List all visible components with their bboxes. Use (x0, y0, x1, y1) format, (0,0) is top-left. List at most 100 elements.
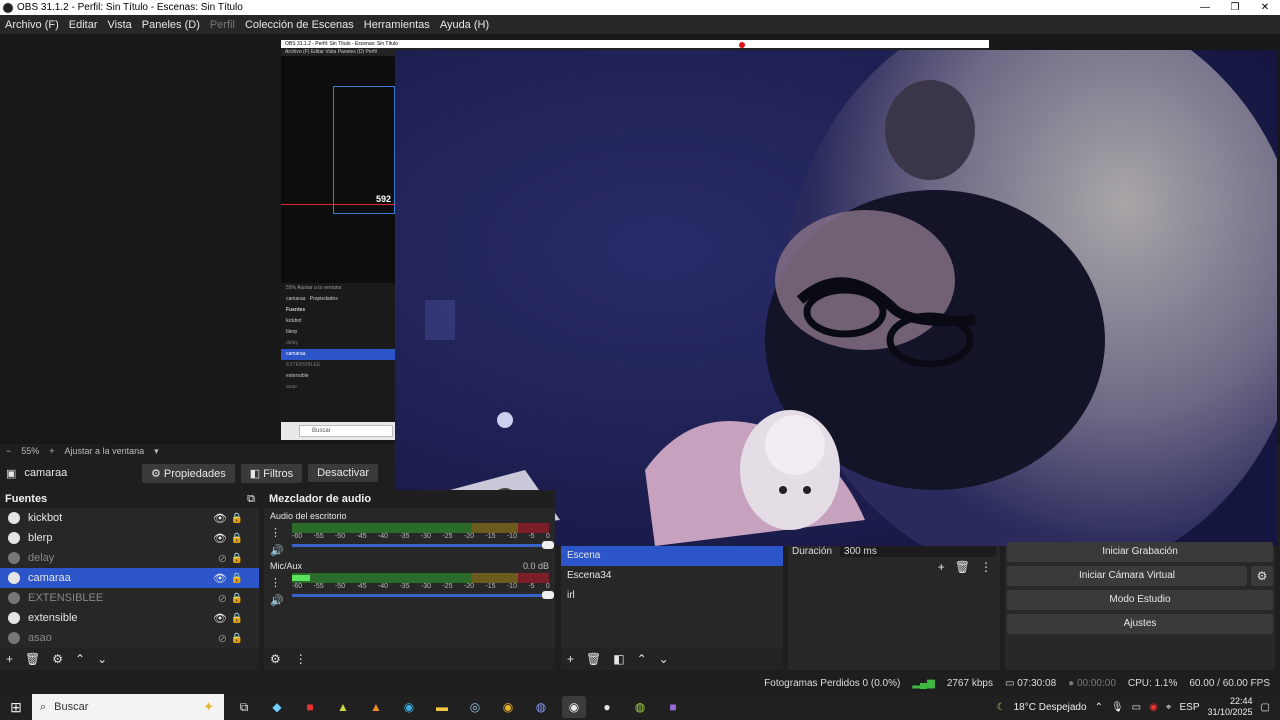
menu-ayuda[interactable]: Ayuda (H) (435, 19, 494, 31)
speaker-icon[interactable]: 🔊 (270, 544, 284, 557)
zoom-in-button[interactable]: + (49, 446, 54, 456)
edge-icon[interactable]: ◉ (397, 696, 421, 718)
remove-source-button[interactable]: 🗑 (25, 652, 40, 666)
minimize-button[interactable]: — (1190, 0, 1220, 15)
add-source-button[interactable]: + (6, 652, 13, 666)
deactivate-button[interactable]: Desactivar (308, 464, 379, 482)
task-view-icon[interactable]: ⧉ (232, 696, 256, 718)
virtual-camera-settings-icon[interactable]: ⚙ (1251, 566, 1273, 586)
app-green-icon[interactable]: ◍ (628, 696, 652, 718)
chrome-icon[interactable]: ◉ (496, 696, 520, 718)
start-virtual-camera-button[interactable]: Iniciar Cámara Virtual (1007, 566, 1247, 586)
windows-start-icon[interactable]: ⊞ (0, 699, 32, 716)
discord-icon[interactable]: ◍ (529, 696, 553, 718)
slider-knob[interactable] (542, 541, 554, 549)
lock-icon[interactable]: 🔒 (231, 553, 243, 564)
app-purple-icon[interactable]: ■ (661, 696, 685, 718)
hidden-eye-icon[interactable]: ⊘ (218, 632, 227, 645)
obs-icon[interactable]: ◉ (562, 696, 586, 718)
source-item-delay[interactable]: delay ⊘ 🔒 (0, 548, 259, 568)
visibility-eye-icon[interactable]: 👁 (213, 612, 227, 625)
file-explorer-icon[interactable]: ▬ (430, 696, 454, 718)
scene-item-escena[interactable]: Escena (561, 546, 783, 566)
move-up-button[interactable]: ⌃ (75, 652, 85, 666)
start-recording-button[interactable]: Iniciar Grabación (1007, 542, 1273, 562)
add-scene-button[interactable]: + (567, 652, 574, 666)
source-item-blerp[interactable]: blerp 👁 🔒 (0, 528, 259, 548)
clock[interactable]: 22:44 31/10/2025 (1208, 696, 1253, 718)
remove-transition-button[interactable]: 🗑 (955, 560, 970, 574)
source-settings-button[interactable]: ⚙ (52, 652, 63, 666)
scene-item-irl[interactable]: irl (561, 586, 783, 606)
move-up-button[interactable]: ⌃ (637, 652, 647, 666)
menu-archivo[interactable]: Archivo (F) (0, 19, 64, 31)
nested-search: Buscar (299, 425, 393, 437)
webcam-video-source[interactable] (395, 50, 1277, 546)
menu-vista[interactable]: Vista (103, 19, 137, 31)
zoom-out-button[interactable]: − (6, 446, 11, 456)
volume-slider[interactable] (292, 541, 554, 549)
lock-icon[interactable]: 🔒 (231, 593, 243, 604)
move-down-button[interactable]: ⌄ (659, 652, 669, 666)
maximize-button[interactable]: ❐ (1220, 0, 1250, 15)
app-orange-icon[interactable]: ▲ (364, 696, 388, 718)
channel-menu-icon[interactable]: ⋮ (270, 526, 281, 539)
slider-knob[interactable] (542, 591, 554, 599)
menu-paneles[interactable]: Paneles (D) (137, 19, 205, 31)
antivirus-icon[interactable]: ◉ (1149, 702, 1158, 713)
weather-text[interactable]: 18°C Despejado (1014, 702, 1087, 713)
source-item-extensiblee[interactable]: EXTENSIBLEE ⊘ 🔒 (0, 588, 259, 608)
source-item-asao[interactable]: asao ⊘ 🔒 (0, 628, 259, 648)
visibility-eye-icon[interactable]: 👁 (213, 572, 227, 585)
menu-perfil[interactable]: Perfil (205, 19, 240, 31)
filters-button[interactable]: ◧ Filtros (240, 463, 303, 483)
fps: 60.00 / 60.00 FPS (1189, 678, 1270, 689)
settings-button[interactable]: Ajustes (1007, 614, 1273, 634)
menu-herramientas[interactable]: Herramientas (359, 19, 435, 31)
hidden-eye-icon[interactable]: ⊘ (218, 552, 227, 565)
duration-input[interactable]: 300 ms (840, 546, 996, 557)
transition-menu-icon[interactable]: ⋮ (980, 560, 992, 574)
add-transition-button[interactable]: + (938, 560, 945, 574)
microphone-icon[interactable]: 🎙 (1111, 702, 1124, 713)
tray-chevron-icon[interactable]: ⌃ (1095, 702, 1103, 713)
lock-icon[interactable]: 🔒 (231, 613, 243, 624)
app-yellow-icon[interactable]: ▲ (331, 696, 355, 718)
sources-header: Fuentes ⧉ (0, 490, 259, 508)
remove-scene-button[interactable]: 🗑 (586, 652, 601, 666)
chevron-down-icon[interactable]: ▾ (154, 446, 159, 457)
studio-mode-button[interactable]: Modo Estudio (1007, 590, 1273, 610)
source-item-extensible[interactable]: extensible 👁 🔒 (0, 608, 259, 628)
steam-icon[interactable]: ◎ (463, 696, 487, 718)
volume-slider[interactable] (292, 591, 554, 599)
scene-item-escena34[interactable]: Escena34 (561, 566, 783, 586)
properties-button[interactable]: ⚙ Propiedades (142, 463, 235, 483)
move-down-button[interactable]: ⌄ (97, 652, 107, 666)
source-item-kickbot[interactable]: kickbot 👁 🔒 (0, 508, 259, 528)
menu-editar[interactable]: Editar (64, 19, 103, 31)
undock-icon[interactable]: ⧉ (247, 490, 255, 508)
lock-icon[interactable]: 🔒 (231, 513, 243, 524)
app-red-icon[interactable]: ■ (298, 696, 322, 718)
speaker-icon[interactable]: 🔊 (270, 594, 284, 607)
mixer-menu-icon[interactable]: ⋮ (295, 652, 307, 666)
scene-filters-button[interactable]: ◧ (613, 652, 624, 666)
menu-coleccion-escenas[interactable]: Colección de Escenas (240, 19, 359, 31)
lock-icon[interactable]: 🔒 (231, 573, 243, 584)
advanced-audio-icon[interactable]: ⚙ (270, 652, 281, 666)
taskbar-search[interactable]: ⌕ Buscar ✦ (32, 694, 224, 720)
network-icon[interactable]: ⌖ (1166, 702, 1172, 713)
lock-icon[interactable]: 🔒 (231, 533, 243, 544)
display-icon[interactable]: ▭ (1132, 702, 1141, 713)
visibility-eye-icon[interactable]: 👁 (213, 512, 227, 525)
source-item-camaraa[interactable]: camaraa 👁 🔒 (0, 568, 259, 588)
app-white-icon[interactable]: ● (595, 696, 619, 718)
channel-menu-icon[interactable]: ⋮ (270, 576, 281, 589)
close-button[interactable]: ✕ (1250, 0, 1280, 15)
lock-icon[interactable]: 🔒 (231, 633, 243, 644)
language-indicator[interactable]: ESP (1179, 702, 1199, 713)
copilot-icon[interactable]: ◆ (265, 696, 289, 718)
notifications-icon[interactable]: ▢ (1261, 702, 1270, 713)
visibility-eye-icon[interactable]: 👁 (213, 532, 227, 545)
hidden-eye-icon[interactable]: ⊘ (218, 592, 227, 605)
